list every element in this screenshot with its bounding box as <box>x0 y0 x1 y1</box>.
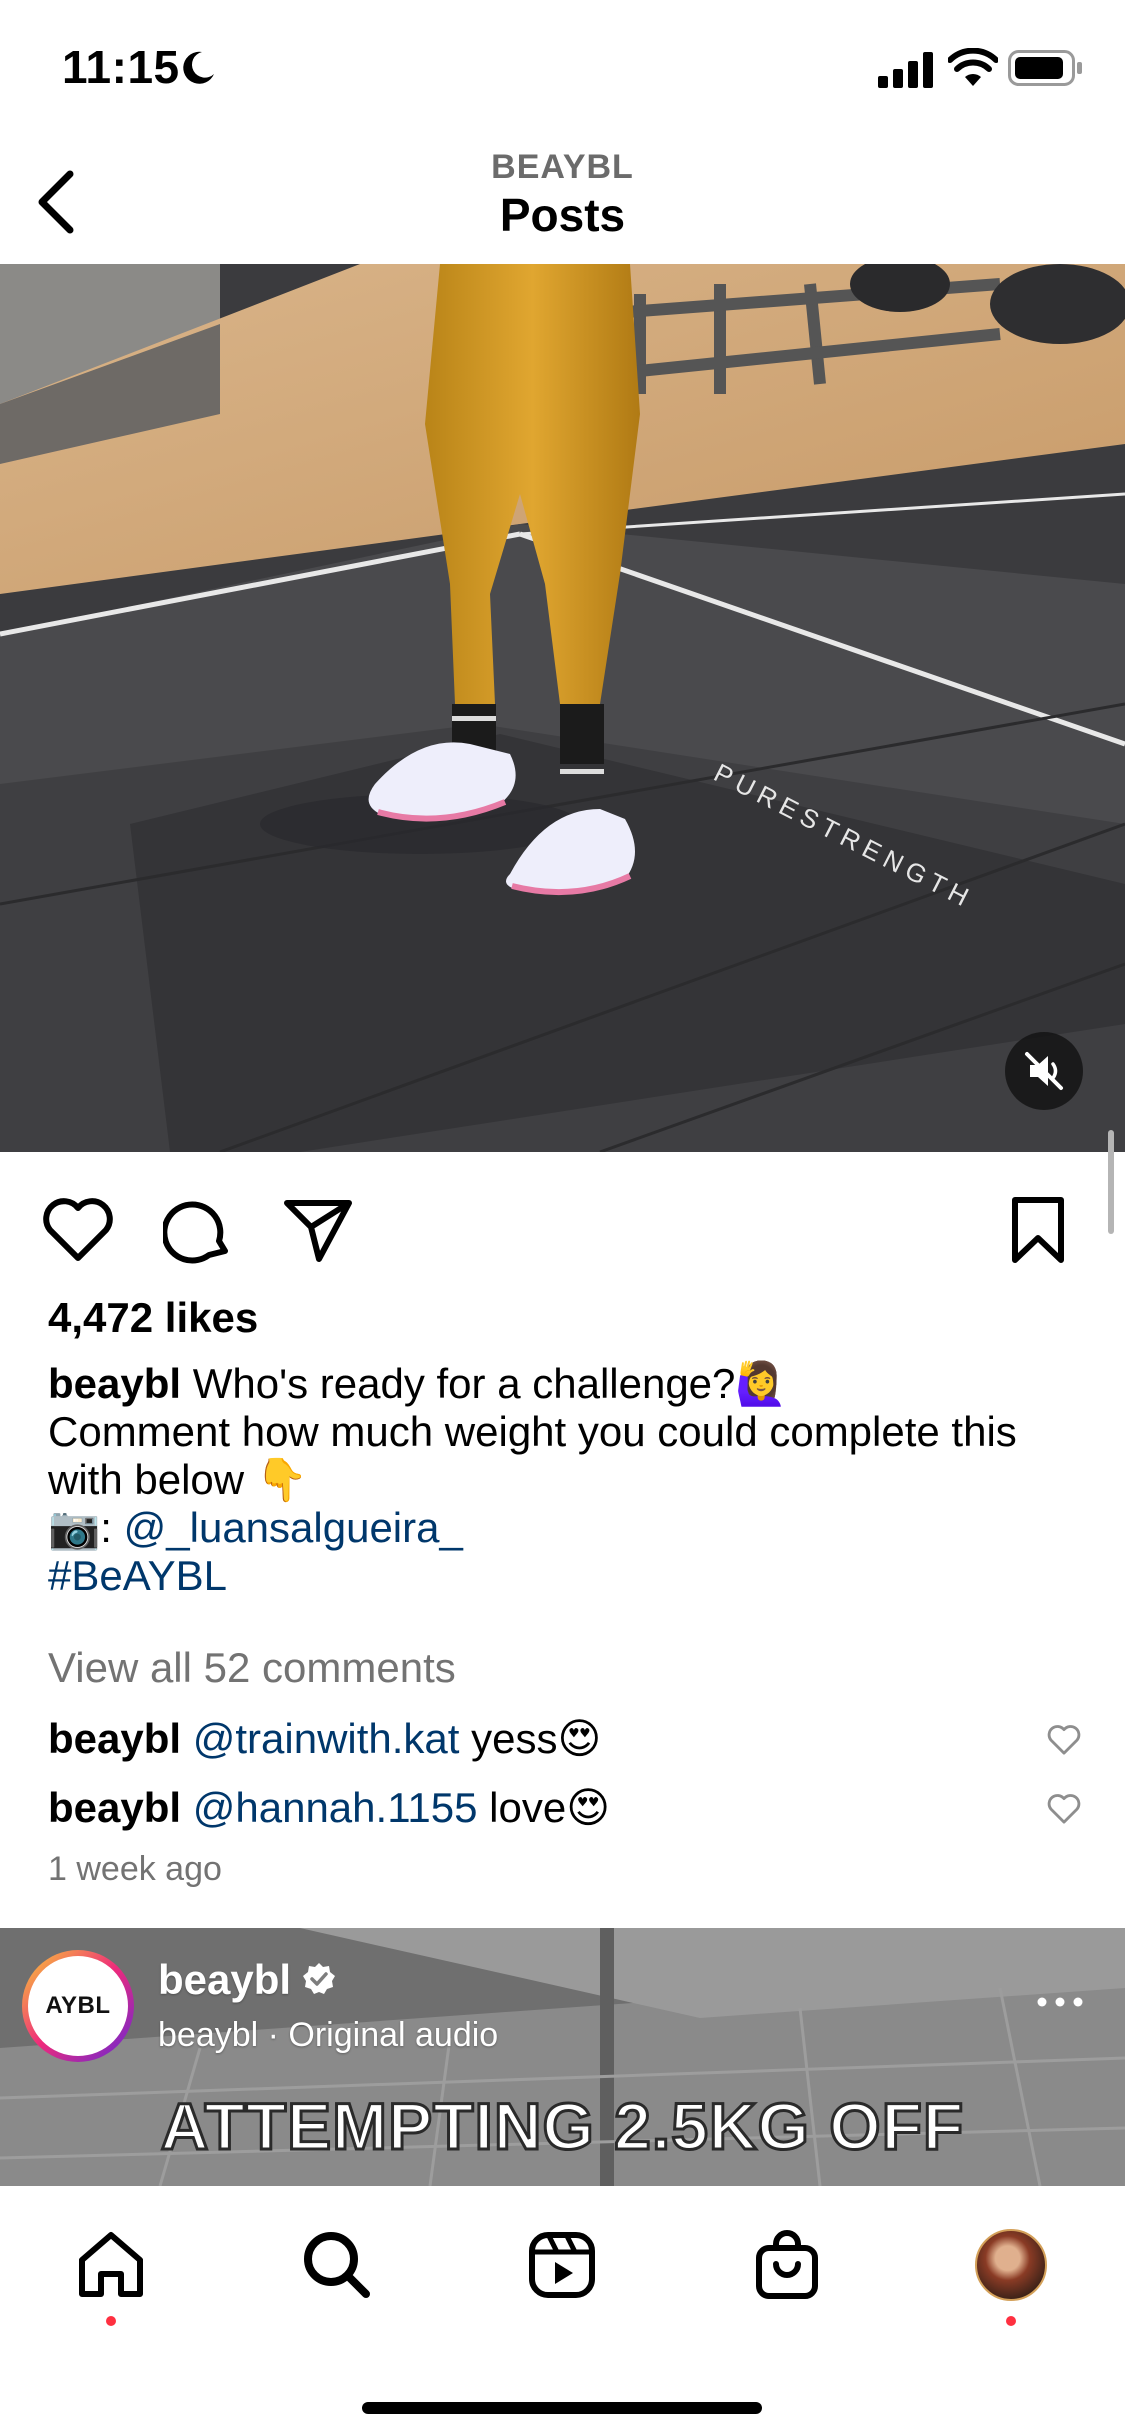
next-post-username[interactable]: beaybl <box>158 1956 291 2004</box>
battery-icon <box>1008 50 1082 86</box>
next-post[interactable]: AYBL beaybl beaybl · Original audio ATTE… <box>0 1928 1125 2186</box>
save-button[interactable] <box>998 1190 1078 1270</box>
comment-mention-link[interactable]: @trainwith.kat <box>193 1715 460 1762</box>
search-icon <box>304 2232 370 2298</box>
post-caption: beaybl Who's ready for a challenge?🙋‍♀️ … <box>48 1360 1088 1600</box>
speaker-muted-icon <box>1025 1052 1063 1090</box>
more-icon <box>1037 1997 1083 2007</box>
caption-text-line1: Who's ready for a challenge?🙋‍♀️ <box>192 1360 788 1407</box>
caption-credit-prefix: 📷: <box>48 1504 124 1551</box>
heart-icon <box>1047 1725 1081 1755</box>
bookmark-icon <box>1012 1197 1064 1263</box>
shop-icon <box>756 2230 818 2299</box>
comment-username[interactable]: beaybl <box>48 1715 181 1762</box>
comment-item: beaybl @hannah.1155 love😍 <box>48 1783 1048 1832</box>
reels-icon <box>529 2232 595 2298</box>
post-video-image: PURESTRENGTH <box>0 264 1125 1152</box>
credit-mention-link[interactable]: @_luansalgueira_ <box>124 1504 463 1551</box>
like-button[interactable] <box>38 1190 118 1270</box>
hashtag-link[interactable]: #BeAYBL <box>48 1552 227 1599</box>
caption-text-line2: Comment how much weight you could comple… <box>48 1408 1017 1455</box>
tab-shop[interactable] <box>742 2220 832 2310</box>
tab-reels[interactable] <box>517 2220 607 2310</box>
share-button[interactable] <box>278 1190 358 1270</box>
mute-button[interactable] <box>1005 1032 1083 1110</box>
next-post-audio[interactable]: beaybl · Original audio <box>158 2016 498 2055</box>
view-all-comments-link[interactable]: View all 52 comments <box>48 1644 456 1692</box>
comment-text: love😍 <box>477 1784 611 1831</box>
comment-button[interactable] <box>158 1190 238 1270</box>
profile-notification-dot <box>1006 2316 1016 2326</box>
heart-icon <box>43 1198 113 1261</box>
comment-item: beaybl @trainwith.kat yess😍 <box>48 1714 1048 1763</box>
tab-search[interactable] <box>292 2220 382 2310</box>
post-media[interactable]: PURESTRENGTH <box>0 264 1125 1152</box>
comment-mention-link[interactable]: @hannah.1155 <box>193 1784 478 1831</box>
status-bar: 11:15 <box>0 0 1125 140</box>
bottom-tab-bar <box>0 2186 1125 2436</box>
wifi-icon <box>948 48 998 86</box>
next-post-avatar[interactable]: AYBL <box>22 1950 134 2062</box>
profile-avatar <box>975 2229 1047 2301</box>
comment-like-button[interactable] <box>1044 1789 1084 1829</box>
page-title: Posts <box>499 189 626 241</box>
header-account: BEAYBL <box>491 148 634 186</box>
likes-count[interactable]: 4,472 likes <box>48 1294 258 1342</box>
post-timestamp: 1 week ago <box>48 1850 222 1888</box>
tab-profile[interactable] <box>966 2220 1056 2310</box>
home-notification-dot <box>106 2316 116 2326</box>
comment-icon <box>163 1201 228 1264</box>
send-icon <box>284 1200 352 1262</box>
signal-icon <box>878 52 933 88</box>
status-time: 11:15 <box>62 41 180 93</box>
verified-badge-icon <box>303 1963 335 1994</box>
post-actions <box>0 1160 1125 1280</box>
home-indicator[interactable] <box>362 2402 762 2414</box>
screen: 11:15 BEAYBL Posts PURESTRENGTH 4,472 li… <box>0 0 1125 2436</box>
comment-text: yess😍 <box>459 1715 602 1762</box>
home-icon <box>79 2232 143 2297</box>
video-overlay-text: ATTEMPTING 2.5KG OFF <box>159 2088 965 2165</box>
caption-username[interactable]: beaybl <box>48 1360 181 1407</box>
tab-home[interactable] <box>66 2220 156 2310</box>
comment-like-button[interactable] <box>1044 1720 1084 1760</box>
avatar-logo-text: AYBL <box>28 1956 128 2056</box>
comment-username[interactable]: beaybl <box>48 1784 181 1831</box>
header: BEAYBL Posts <box>0 140 1125 264</box>
heart-icon <box>1047 1794 1081 1824</box>
caption-text-line3: with below 👇 <box>48 1456 309 1503</box>
more-options-button[interactable] <box>1030 1982 1090 2022</box>
moon-icon <box>183 51 214 84</box>
